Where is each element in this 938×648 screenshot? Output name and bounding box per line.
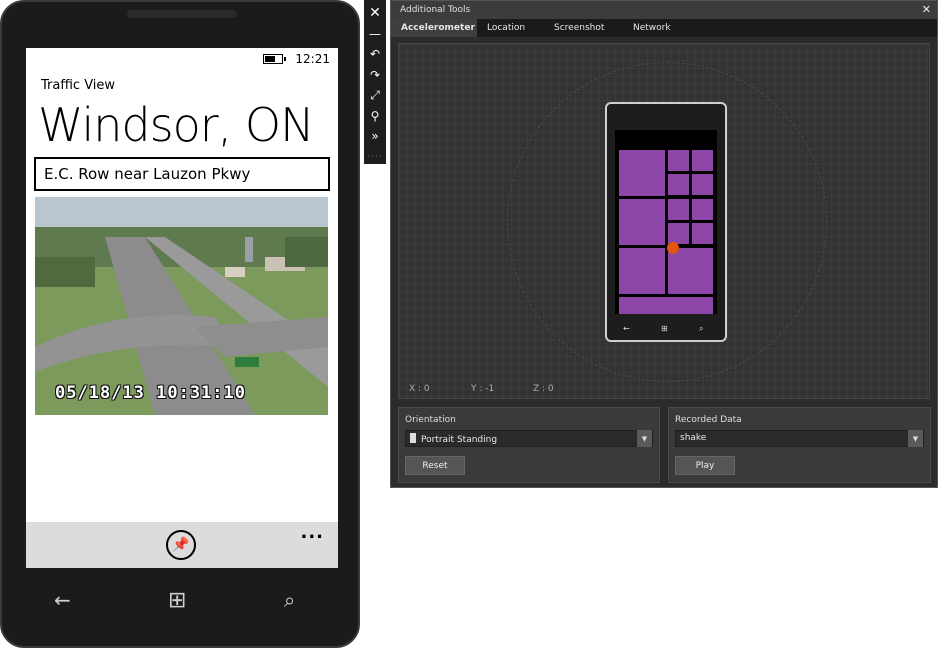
start-tile <box>692 223 713 244</box>
orientation-label: Orientation <box>405 415 456 425</box>
emulator-side-toolbar: ✕ — ↶ ↷ ⤢ ⚲ » ···· <box>364 0 386 164</box>
start-tile <box>668 223 689 244</box>
zoom-icon[interactable]: ⚲ <box>366 107 384 125</box>
tab-screenshot[interactable]: Screenshot <box>544 19 623 37</box>
camera-selector[interactable]: E.C. Row near Lauzon Pkwy <box>34 157 330 191</box>
windows-start-icon: ⊞ <box>661 324 668 333</box>
orientation-panel: Orientation Portrait Standing ▼ Reset <box>398 407 660 483</box>
recorded-data-panel: Recorded Data shake ▼ Play <box>668 407 931 483</box>
back-icon[interactable]: ← <box>54 588 71 612</box>
hardware-buttons: ← ⊞ ⌕ <box>26 582 338 622</box>
battery-icon <box>263 54 287 64</box>
accelerometer-dot[interactable] <box>667 242 679 254</box>
tab-accelerometer[interactable]: Accelerometer <box>391 19 477 37</box>
phone-speaker <box>127 10 237 18</box>
start-tile <box>692 174 713 195</box>
phone-icon <box>410 433 416 443</box>
orientation-dropdown[interactable]: Portrait Standing ▼ <box>405 430 653 447</box>
search-icon: ⌕ <box>699 324 704 333</box>
tab-bar: Accelerometer Location Screenshot Networ… <box>391 19 937 37</box>
start-tile <box>619 248 665 294</box>
app-title: Traffic View <box>41 78 116 93</box>
search-icon[interactable]: ⌕ <box>284 588 295 612</box>
additional-tools-icon[interactable]: » <box>366 127 384 145</box>
window-title-bar: Additional Tools ✕ <box>391 1 937 19</box>
start-tile <box>619 199 665 245</box>
start-tile <box>668 150 689 171</box>
additional-tools-window: Additional Tools ✕ Accelerometer Locatio… <box>390 0 938 488</box>
more-options-button[interactable]: ... <box>300 522 324 543</box>
start-tile <box>692 199 713 220</box>
grip-handle[interactable]: ···· <box>367 152 382 162</box>
start-tile <box>668 199 689 220</box>
x-readout: X : 0 <box>409 384 430 394</box>
recorded-data-value: shake <box>680 433 707 443</box>
app-bar: 📌 ... <box>26 522 338 568</box>
minimize-icon[interactable]: — <box>366 25 384 43</box>
start-tile <box>619 297 713 314</box>
chevron-down-icon[interactable]: ▼ <box>637 430 652 447</box>
recorded-data-dropdown[interactable]: shake ▼ <box>675 430 924 447</box>
window-title: Additional Tools <box>400 5 471 15</box>
phone-screen: 12:21 Traffic View Windsor, ON E.C. Row … <box>26 48 338 568</box>
virtual-phone-screen <box>615 130 717 314</box>
play-button[interactable]: Play <box>675 456 735 475</box>
start-tile <box>619 150 665 196</box>
pin-button[interactable]: 📌 <box>166 530 196 560</box>
fit-to-screen-icon[interactable]: ⤢ <box>366 86 384 104</box>
start-tile <box>668 248 713 294</box>
rotate-left-icon[interactable]: ↶ <box>366 45 384 63</box>
rotate-right-icon[interactable]: ↷ <box>366 66 384 84</box>
start-tile <box>668 174 689 195</box>
virtual-phone-model[interactable]: ← ⊞ ⌕ <box>605 102 727 342</box>
tab-network[interactable]: Network <box>623 19 681 37</box>
camera-timestamp: 05/18/13 10:31:10 <box>55 383 246 403</box>
z-readout: Z : 0 <box>533 384 554 394</box>
close-icon[interactable]: ✕ <box>366 4 384 22</box>
chevron-down-icon[interactable]: ▼ <box>908 430 923 447</box>
start-tile <box>692 150 713 171</box>
orientation-value: Portrait Standing <box>421 435 498 445</box>
phone-emulator: 12:21 Traffic View Windsor, ON E.C. Row … <box>0 0 360 648</box>
status-time: 12:21 <box>295 52 330 66</box>
virtual-phone-buttons: ← ⊞ ⌕ <box>607 324 725 336</box>
pin-icon: 📌 <box>172 537 190 553</box>
y-readout: Y : -1 <box>471 384 495 394</box>
recorded-data-label: Recorded Data <box>675 415 742 425</box>
windows-start-icon[interactable]: ⊞ <box>168 588 186 613</box>
reset-button[interactable]: Reset <box>405 456 465 475</box>
window-close-button[interactable]: ✕ <box>922 3 931 16</box>
status-bar: 12:21 <box>26 48 338 70</box>
page-title: Windsor, ON <box>38 98 314 152</box>
accelerometer-pane: ← ⊞ ⌕ X : 0 Y : -1 Z : 0 <box>398 43 930 399</box>
traffic-camera-image: 05/18/13 10:31:10 <box>35 197 328 415</box>
back-icon: ← <box>623 324 630 333</box>
tab-location[interactable]: Location <box>477 19 544 37</box>
